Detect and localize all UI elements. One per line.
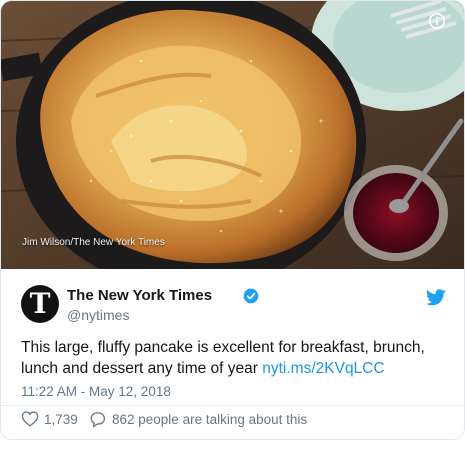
tweet-author-header[interactable]: T The New York Times @nytimes [21, 285, 446, 325]
tweet-text: This large, fluffy pancake is excellent … [21, 337, 446, 379]
avatar-glyph: T [29, 287, 51, 320]
tweet-photo[interactable]: Jim Wilson/The New York Times [1, 1, 464, 269]
info-icon[interactable] [429, 13, 445, 29]
dutch-baby-pancake-image [1, 1, 464, 269]
twitter-bird-icon[interactable] [426, 289, 446, 306]
verified-badge-icon [243, 288, 259, 304]
speech-bubble-icon [90, 412, 106, 428]
divider [1, 405, 464, 406]
tweet-link[interactable]: nyti.ms/2KVqLCC [262, 360, 384, 377]
tweet-timestamp[interactable]: 11:22 AM - May 12, 2018 [21, 384, 171, 399]
talking-label: 862 people are talking about this [112, 412, 308, 427]
account-handle[interactable]: @nytimes [67, 307, 129, 323]
talking-action[interactable]: 862 people are talking about this [89, 411, 307, 428]
heart-icon [21, 411, 39, 427]
account-name[interactable]: The New York Times [67, 287, 212, 304]
photo-credit: Jim Wilson/The New York Times [22, 237, 165, 248]
like-action[interactable]: 1,739 [21, 411, 78, 427]
tweet-embed-card[interactable]: Jim Wilson/The New York Times T The New … [0, 0, 465, 440]
avatar[interactable]: T [21, 285, 59, 323]
like-count: 1,739 [44, 411, 78, 427]
